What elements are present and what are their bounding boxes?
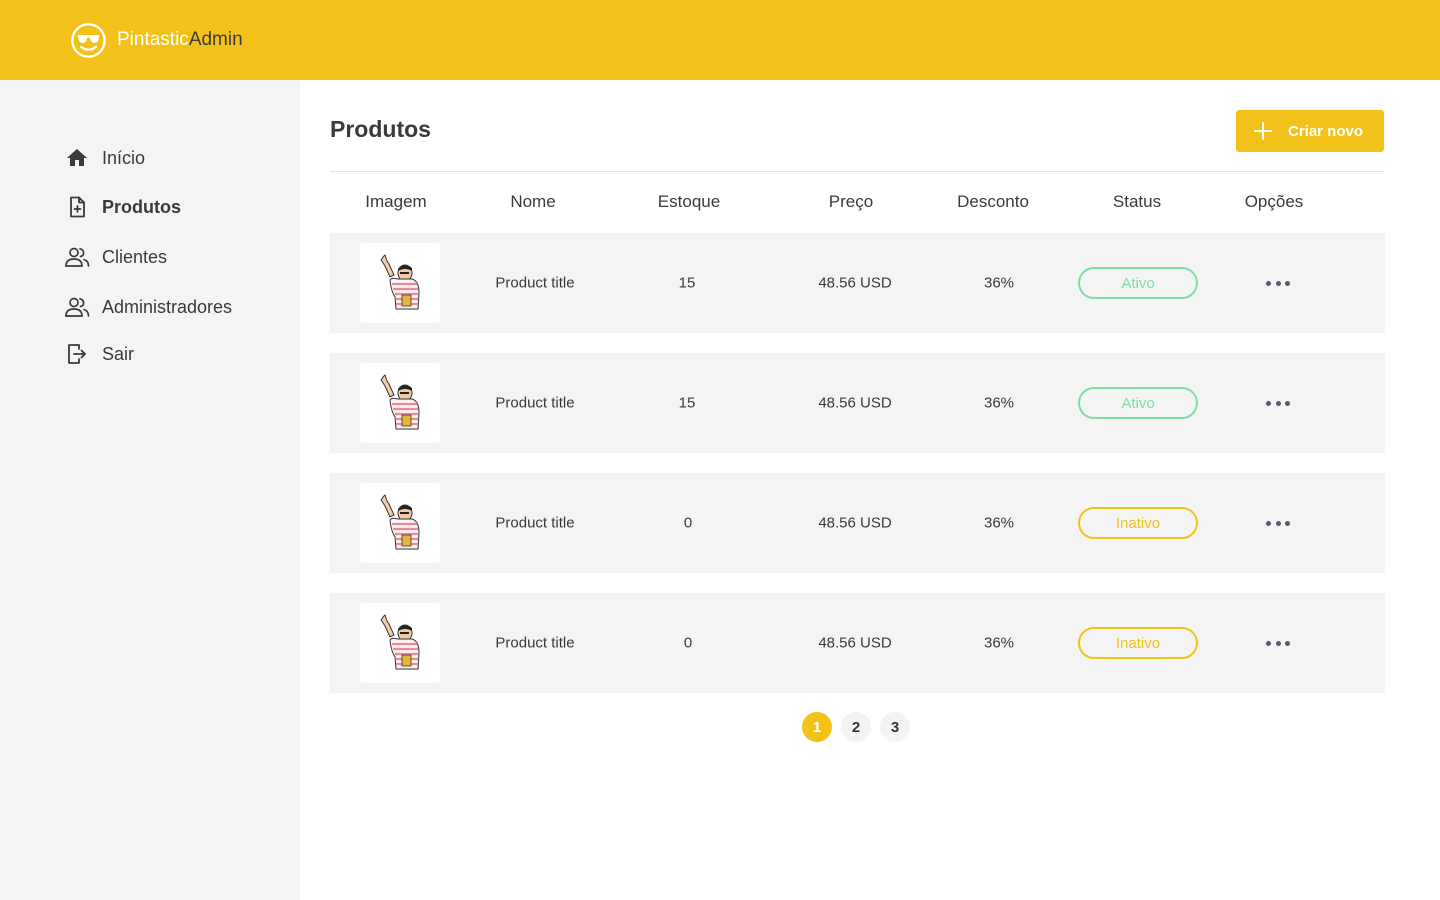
logout-icon (64, 341, 90, 367)
header-divider (330, 171, 1385, 172)
product-price: 48.56 USD (818, 274, 892, 292)
page-button-2[interactable]: 2 (841, 712, 871, 742)
page-button-3[interactable]: 3 (880, 712, 910, 742)
options-menu-button[interactable] (1266, 513, 1290, 533)
product-discount: 36% (983, 514, 1015, 532)
create-new-button[interactable]: Criar novo (1236, 110, 1384, 152)
product-price: 48.56 USD (818, 394, 892, 412)
status-badge: Inativo (1078, 627, 1198, 659)
product-thumbnail[interactable] (360, 603, 440, 683)
product-name: Product title (495, 634, 575, 652)
product-price: 48.56 USD (818, 634, 892, 652)
product-name: Product title (495, 274, 575, 292)
users-icon (64, 294, 90, 320)
options-menu-button[interactable] (1266, 273, 1290, 293)
brand-logo[interactable]: PintasticAdmin (70, 22, 243, 58)
more-dot-icon (1275, 520, 1281, 526)
product-image (380, 494, 420, 550)
sidebar-item-sair[interactable]: Sair (64, 339, 134, 369)
product-name: Product title (495, 514, 575, 532)
table-row[interactable]: Product title 15 48.56 USD 36% Ativo (330, 233, 1385, 333)
product-discount: 36% (983, 274, 1015, 292)
more-dot-icon (1266, 520, 1271, 526)
status-badge: Ativo (1078, 267, 1198, 299)
product-discount: 36% (983, 394, 1015, 412)
column-header-nome[interactable]: Nome (510, 192, 555, 212)
table-row[interactable]: Product title 15 48.56 USD 36% Ativo (330, 353, 1385, 453)
status-badge: Inativo (1078, 507, 1198, 539)
sidebar-item-clientes[interactable]: Clientes (64, 242, 167, 272)
brand-name-part1: Pintastic (117, 29, 189, 50)
more-dot-icon (1275, 640, 1281, 646)
sidebar-item-administradores[interactable]: Administradores (64, 292, 232, 322)
smiley-sunglasses-icon (71, 22, 106, 58)
sidebar-item-label: Sair (102, 343, 135, 364)
product-name: Product title (495, 394, 575, 412)
column-header-preco[interactable]: Preço (829, 192, 873, 212)
more-dot-icon (1285, 400, 1290, 406)
table-row[interactable]: Product title 0 48.56 USD 36% Inativo (330, 473, 1385, 573)
more-dot-icon (1266, 280, 1271, 286)
top-header: PintasticAdmin (0, 0, 1440, 80)
more-dot-icon (1275, 400, 1281, 406)
more-dot-icon (1285, 280, 1290, 286)
product-stock: 0 (683, 634, 693, 652)
product-discount: 36% (983, 634, 1015, 652)
brand-name-part2: Admin (188, 29, 243, 50)
options-menu-button[interactable] (1266, 633, 1290, 653)
column-header-estoque[interactable]: Estoque (658, 192, 720, 212)
table-row[interactable]: Product title 0 48.56 USD 36% Inativo (330, 593, 1385, 693)
sidebar-item-label: Início (102, 147, 146, 168)
sidebar-item-label: Administradores (102, 296, 233, 317)
product-thumbnail[interactable] (360, 483, 440, 563)
product-stock: 0 (683, 514, 693, 532)
create-new-button-label: Criar novo (1288, 122, 1364, 140)
product-image (380, 374, 420, 430)
more-dot-icon (1275, 280, 1281, 286)
page-title: Produtos (330, 116, 431, 142)
home-icon (64, 145, 90, 171)
column-header-desconto[interactable]: Desconto (957, 192, 1029, 212)
options-menu-button[interactable] (1266, 393, 1290, 413)
column-header-imagem[interactable]: Imagem (365, 192, 426, 212)
product-thumbnail[interactable] (360, 363, 440, 443)
sidebar-item-inicio[interactable]: Início (64, 143, 145, 173)
column-header-opcoes[interactable]: Opções (1245, 192, 1304, 212)
sidebar-item-label: Produtos (102, 196, 181, 217)
document-add-icon (64, 194, 90, 220)
more-dot-icon (1266, 400, 1271, 406)
page-button-1[interactable]: 1 (802, 712, 832, 742)
brand-name: PintasticAdmin (117, 29, 243, 51)
sidebar-item-produtos[interactable]: Produtos (64, 192, 181, 222)
product-image (380, 614, 420, 670)
pagination: 1 2 3 (802, 712, 919, 742)
more-dot-icon (1266, 640, 1271, 646)
users-icon (64, 244, 90, 270)
sidebar-item-label: Clientes (102, 246, 168, 267)
product-stock: 15 (678, 394, 696, 412)
product-thumbnail[interactable] (360, 243, 440, 323)
product-price: 48.56 USD (818, 514, 892, 532)
product-image (380, 254, 420, 310)
more-dot-icon (1285, 640, 1290, 646)
product-stock: 15 (678, 274, 696, 292)
sidebar: Início Produtos Clientes Administradores… (0, 80, 300, 900)
more-dot-icon (1285, 520, 1290, 526)
plus-icon (1254, 122, 1272, 140)
status-badge: Ativo (1078, 387, 1198, 419)
column-header-status[interactable]: Status (1113, 192, 1161, 212)
